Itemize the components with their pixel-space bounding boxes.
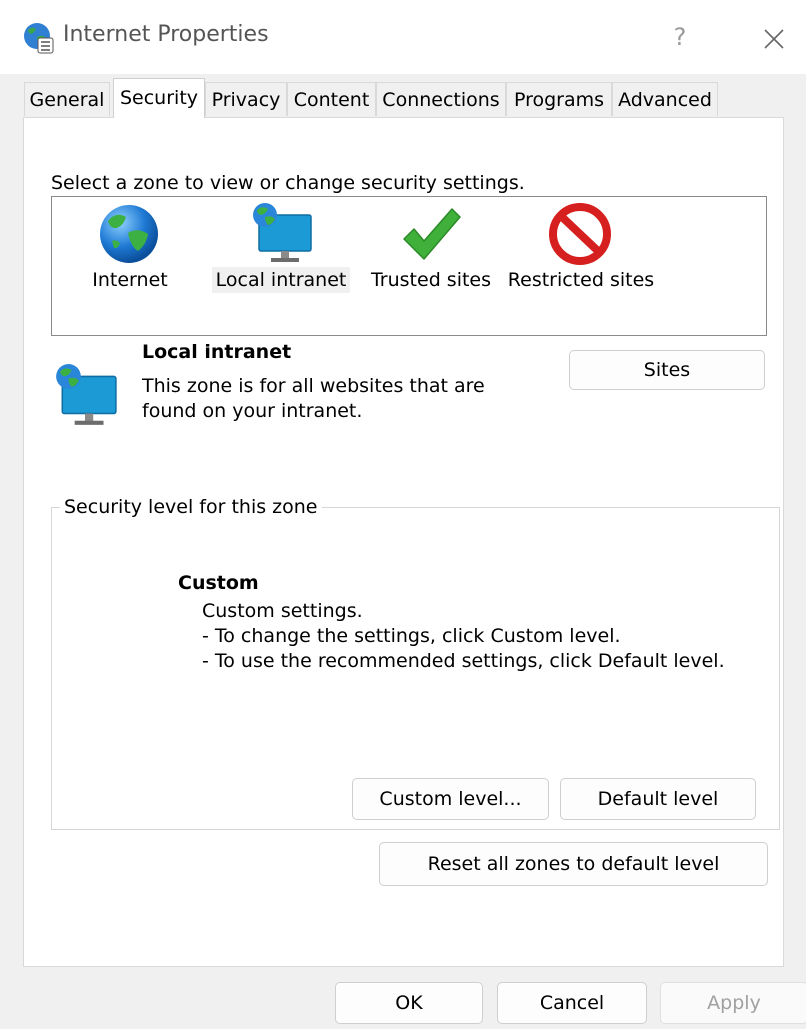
security-level-line-1: Custom settings. [202,600,363,622]
window-title: Internet Properties [63,22,269,47]
selected-zone-description-line1: This zone is for all websites that are [142,375,485,397]
cancel-button[interactable]: Cancel [497,982,647,1024]
title-bar[interactable]: Internet Properties ? [0,0,806,74]
internet-globe-app-icon [24,23,54,54]
selected-zone-description-line2: found on your intranet. [142,400,363,422]
tab-content[interactable]: Content [287,82,376,116]
apply-button[interactable]: Apply [660,982,806,1024]
zone-label-trusted-sites: Trusted sites [370,269,492,291]
zone-label-local-intranet: Local intranet [211,267,351,293]
security-level-line-2: - To change the settings, click Custom l… [202,625,621,647]
tab-strip: General Security Privacy Content Connect… [24,78,784,118]
default-level-button[interactable]: Default level [560,778,756,820]
close-icon[interactable] [757,22,791,56]
internet-properties-dialog: Internet Properties ? General Security P… [0,0,806,1029]
tab-general[interactable]: General [24,82,110,116]
tab-programs[interactable]: Programs [506,82,612,116]
globe-icon [100,205,158,263]
zone-restricted-sites[interactable]: Restricted sites [507,197,655,307]
security-level-name: Custom [178,572,259,594]
tab-advanced[interactable]: Advanced [612,82,718,116]
zone-prompt: Select a zone to view or change security… [51,172,525,194]
zone-internet[interactable]: Internet [82,197,178,307]
zone-label-restricted-sites: Restricted sites [507,269,655,291]
intranet-monitor-icon [253,203,312,262]
security-level-line-3: - To use the recommended settings, click… [202,650,725,672]
zone-trusted-sites[interactable]: Trusted sites [368,197,494,307]
custom-level-button[interactable]: Custom level... [352,778,549,820]
zone-local-intranet[interactable]: Local intranet [211,197,351,307]
tab-privacy[interactable]: Privacy [205,82,287,116]
tab-connections[interactable]: Connections [376,82,506,116]
no-entry-icon [549,203,611,265]
zone-label-internet: Internet [92,269,168,291]
checkmark-icon [403,208,461,260]
reset-all-zones-button[interactable]: Reset all zones to default level [379,842,768,886]
sites-button[interactable]: Sites [569,350,765,390]
security-level-legend: Security level for this zone [60,496,322,518]
selected-zone-intranet-icon [56,364,117,425]
zone-list: Internet Local intranet Trusted sites Re… [51,196,767,336]
tab-security[interactable]: Security [113,78,205,118]
ok-button[interactable]: OK [335,982,483,1024]
selected-zone-name: Local intranet [142,341,292,363]
help-button[interactable]: ? [660,20,700,54]
